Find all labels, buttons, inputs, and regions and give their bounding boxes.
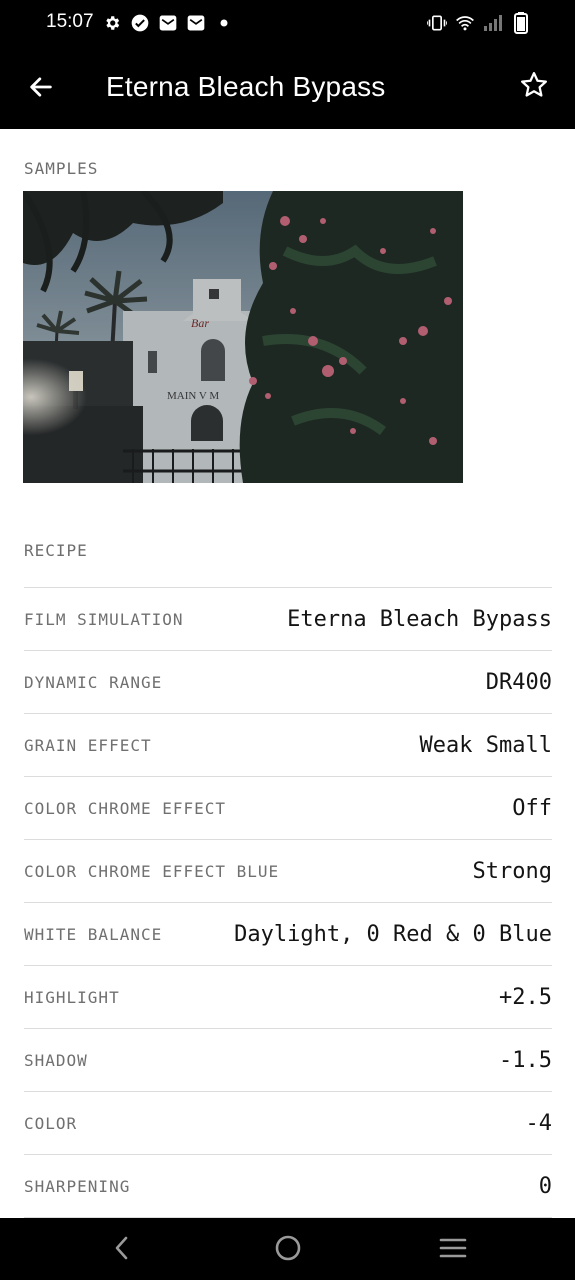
system-icons: [427, 12, 531, 34]
recipe-row-value: Off: [512, 795, 552, 821]
back-button[interactable]: [20, 68, 62, 110]
arrow-back-icon: [27, 73, 55, 105]
recipe-row-sharpening: SHARPENING 0: [24, 1154, 552, 1217]
recipe-row-label: COLOR CHROME EFFECT BLUE: [24, 861, 280, 881]
recipe-row-white-balance: WHITE BALANCE Daylight, 0 Red & 0 Blue: [24, 902, 552, 965]
recipe-row-shadow: SHADOW -1.5: [24, 1028, 552, 1091]
nav-recents-button[interactable]: [435, 1232, 471, 1268]
recipe-row-dynamic-range: DYNAMIC RANGE DR400: [24, 650, 552, 713]
recipe-row-grain-effect: GRAIN EFFECT Weak Small: [24, 713, 552, 776]
vibrate-icon: [427, 12, 447, 34]
recipe-detail-content[interactable]: SAMPLES Bar MAIN V M RECIPE FILM SIMULAT…: [0, 129, 575, 1218]
recipe-row-value: 0: [538, 1173, 552, 1199]
recipe-row-value: +2.5: [499, 984, 552, 1010]
nav-home-button[interactable]: [270, 1232, 306, 1268]
recipe-row-color-chrome-effect-blue: COLOR CHROME EFFECT BLUE Strong: [24, 839, 552, 902]
recipe-row-label: SHARPENING: [24, 1176, 131, 1196]
dot-icon: [214, 12, 234, 34]
wifi-icon: [455, 12, 475, 34]
recipe-row-label: HIGHLIGHT: [24, 987, 120, 1007]
recipe-row-value: Eterna Bleach Bypass: [287, 606, 552, 632]
favorite-button[interactable]: [513, 66, 555, 108]
recipe-heading: RECIPE: [24, 541, 88, 560]
nav-back-button[interactable]: [104, 1232, 140, 1268]
status-bar: 15:07: [0, 0, 575, 48]
recipe-list: FILM SIMULATION Eterna Bleach Bypass DYN…: [24, 587, 552, 1218]
recipe-row-value: Strong: [472, 858, 552, 884]
recipe-row-value: DR400: [485, 669, 552, 695]
recipe-row-label: SHADOW: [24, 1050, 88, 1070]
status-time: 15:07: [46, 11, 94, 32]
recipe-row-value: -1.5: [499, 1047, 552, 1073]
recipe-row-color: COLOR -4: [24, 1091, 552, 1154]
notification-icons: [102, 12, 234, 34]
recipe-row-color-chrome-effect: COLOR CHROME EFFECT Off: [24, 776, 552, 839]
settings-icon: [102, 12, 122, 34]
nav-back-icon: [112, 1235, 132, 1265]
recipe-row-label: COLOR CHROME EFFECT: [24, 798, 227, 818]
app-bar: Eterna Bleach Bypass: [0, 48, 575, 129]
star-outline-icon: [519, 70, 549, 104]
signal-icon: [483, 12, 503, 34]
battery-icon: [511, 12, 531, 34]
recipe-row-label: GRAIN EFFECT: [24, 735, 152, 755]
page-title: Eterna Bleach Bypass: [106, 71, 386, 102]
recipe-row-value: Weak Small: [419, 732, 552, 758]
recipe-row-value: -4: [525, 1110, 553, 1136]
recipe-row-label: FILM SIMULATION: [24, 609, 184, 629]
mail-icon: [158, 12, 178, 34]
recipe-row-label: WHITE BALANCE: [24, 924, 163, 944]
home-icon: [274, 1234, 302, 1266]
recipe-row-highlight: HIGHLIGHT +2.5: [24, 965, 552, 1028]
sample-photo[interactable]: Bar MAIN V M: [23, 191, 463, 483]
check-circle-icon: [130, 12, 150, 34]
recipe-row-label: DYNAMIC RANGE: [24, 672, 163, 692]
recipe-row-value: Daylight, 0 Red & 0 Blue: [234, 921, 552, 947]
recipe-row-label: COLOR: [24, 1113, 78, 1133]
system-nav-bar: [0, 1218, 575, 1280]
mail-icon: [186, 12, 206, 34]
recents-icon: [439, 1236, 467, 1264]
recipe-row-film-simulation: FILM SIMULATION Eterna Bleach Bypass: [24, 587, 552, 650]
samples-heading: SAMPLES: [24, 159, 99, 178]
